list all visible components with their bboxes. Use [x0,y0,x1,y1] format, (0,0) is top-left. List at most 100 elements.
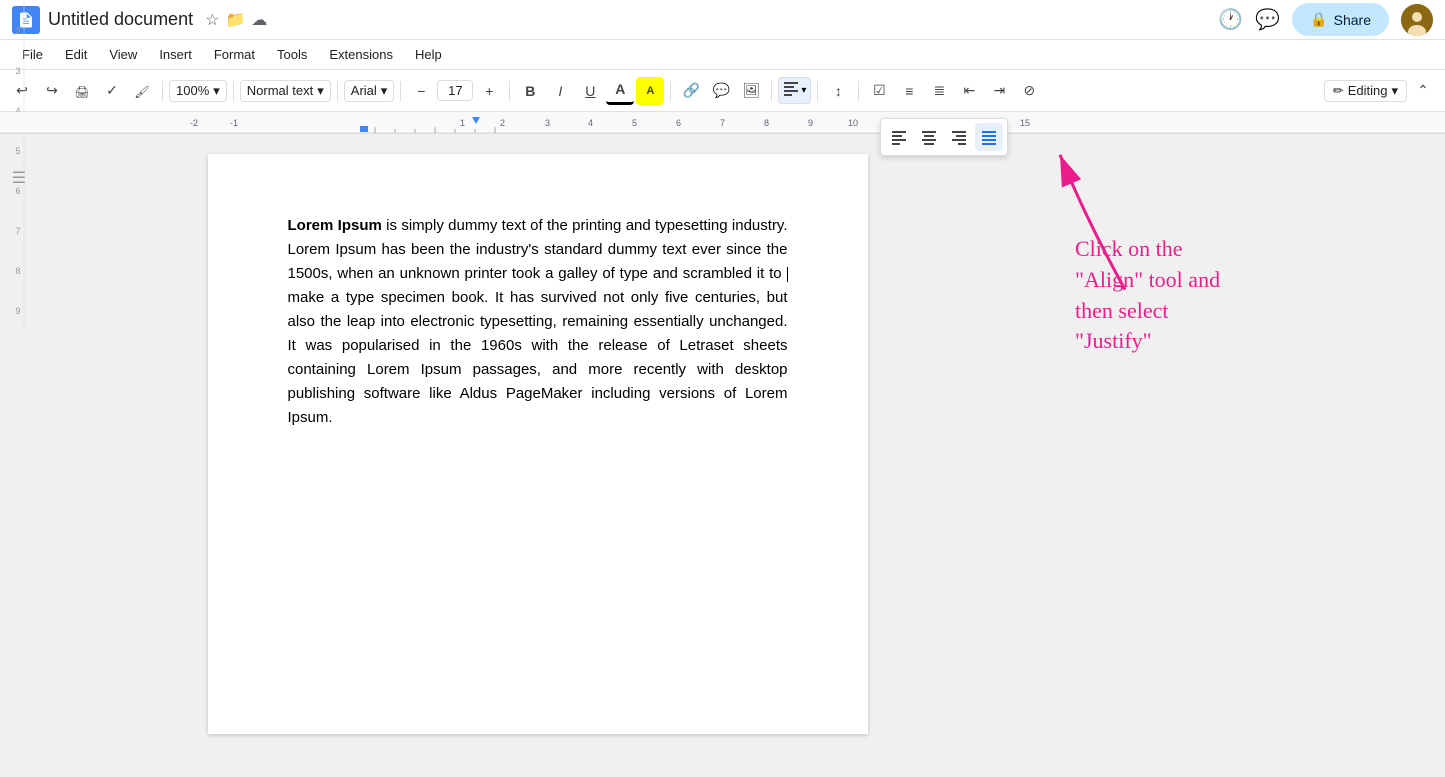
folder-icon[interactable]: 📁 [225,10,245,30]
expand-button[interactable]: ⌃ [1409,77,1437,105]
lock-icon: 🔒 [1310,11,1327,28]
history-icon[interactable]: 🕐 [1218,7,1243,32]
menu-help[interactable]: Help [405,43,452,66]
toolbar: 100% ▾ Normal text ▾ Arial ▾ − 17 + B I … [0,70,1445,112]
font-chevron-icon: ▾ [381,83,388,99]
star-icon[interactable]: ☆ [205,10,219,30]
svg-text:2: 2 [500,118,505,128]
svg-text:9: 9 [808,118,813,128]
divider-4 [400,81,401,101]
bullet-list-button[interactable]: ≡ [895,77,923,105]
italic-button[interactable]: I [546,77,574,105]
pencil-icon: ✏ [1333,83,1344,99]
svg-text:3: 3 [545,118,550,128]
menu-format[interactable]: Format [204,43,265,66]
document-title[interactable]: Untitled document [48,9,193,30]
svg-text:4: 4 [588,118,593,128]
clear-format-button[interactable]: ⊘ [1015,77,1043,105]
divider-2 [233,81,234,101]
svg-text:9: 9 [15,306,20,316]
align-dropdown[interactable]: ▾ [778,77,811,104]
print-button[interactable] [68,77,96,105]
divider-1 [162,81,163,101]
comments-icon[interactable]: 💬 [1255,7,1280,32]
ruler: -2 -1 1 2 3 4 5 6 7 8 9 10 15 [0,112,1445,134]
font-size-input[interactable]: 17 [437,80,473,101]
header-right: 🕐 💬 🔒 Share [1218,3,1433,36]
underline-button[interactable]: U [576,77,604,105]
annotation-area: Click on the "Align" tool and then selec… [1045,134,1445,777]
checklist-button[interactable]: ☑ [865,77,893,105]
svg-text:-2: -2 [190,118,198,128]
align-left-button[interactable] [885,123,913,151]
svg-text:1: 1 [460,118,465,128]
comment-button[interactable]: 💬 [707,77,735,105]
zoom-selector[interactable]: 100% ▾ [169,80,227,102]
divider-6 [670,81,671,101]
svg-text:2: 2 [15,26,20,36]
cloud-icon[interactable]: ☁ [251,10,267,30]
font-selector[interactable]: Arial ▾ [344,80,395,102]
menu-bar: File Edit View Insert Format Tools Exten… [0,40,1445,70]
svg-text:15: 15 [1020,118,1030,128]
outline-icon[interactable]: ☰ [12,168,26,188]
user-avatar[interactable] [1401,4,1433,36]
svg-text:5: 5 [632,118,637,128]
svg-text:8: 8 [764,118,769,128]
svg-text:5: 5 [15,146,20,156]
align-center-button[interactable] [915,123,943,151]
align-icon [783,80,799,101]
document-paragraph[interactable]: Lorem Ipsum is simply dummy text of the … [288,214,788,430]
document-page: Lorem Ipsum is simply dummy text of the … [208,154,868,734]
bold-button[interactable]: B [516,77,544,105]
lorem-ipsum-bold: Lorem Ipsum [288,217,382,234]
menu-extensions[interactable]: Extensions [319,43,403,66]
style-chevron-icon: ▾ [317,83,324,99]
editing-chevron-icon: ▾ [1391,83,1398,99]
annotation-text: Click on the "Align" tool and then selec… [1075,234,1220,357]
document-scroll-area[interactable]: Lorem Ipsum is simply dummy text of the … [30,134,1045,777]
svg-text:10: 10 [848,118,858,128]
align-right-button[interactable] [945,123,973,151]
divider-9 [858,81,859,101]
menu-insert[interactable]: Insert [149,43,202,66]
image-button[interactable]: 🖼 [737,77,765,105]
annotation-arrow-svg [1045,134,1445,777]
menu-edit[interactable]: Edit [55,43,97,66]
font-size-decrease[interactable]: − [407,77,435,105]
title-bar: Untitled document ☆ 📁 ☁ 🕐 💬 🔒 Share [0,0,1445,40]
editing-mode-selector[interactable]: ✏ Editing ▾ [1324,80,1407,102]
content-area: 1 2 3 4 5 6 7 8 9 ☰ Lorem Ipsum is simpl… [0,134,1445,777]
line-spacing-button[interactable]: ↕ [824,77,852,105]
zoom-chevron-icon: ▾ [213,83,220,99]
svg-text:7: 7 [15,226,20,236]
spellcheck-button[interactable] [98,77,126,105]
menu-tools[interactable]: Tools [267,43,317,66]
align-chevron-icon: ▾ [801,85,806,96]
indent-more-button[interactable]: ⇥ [985,77,1013,105]
font-size-increase[interactable]: + [475,77,503,105]
link-button[interactable]: 🔗 [677,77,705,105]
style-selector[interactable]: Normal text ▾ [240,80,331,102]
title-icons: ☆ 📁 ☁ [205,10,267,30]
divider-3 [337,81,338,101]
divider-5 [509,81,510,101]
align-justify-button[interactable] [975,123,1003,151]
svg-text:3: 3 [15,66,20,76]
text-color-button[interactable]: A [606,77,634,105]
divider-7 [771,81,772,101]
ruler-line-marker: 1 2 3 4 5 6 7 8 9 [10,144,26,164]
divider-8 [817,81,818,101]
menu-view[interactable]: View [99,43,147,66]
share-button[interactable]: 🔒 Share [1292,3,1389,36]
align-popup [880,118,1008,156]
paint-format-button[interactable] [128,77,156,105]
svg-text:8: 8 [15,266,20,276]
redo-button[interactable] [38,77,66,105]
indent-less-button[interactable]: ⇤ [955,77,983,105]
left-margin: 1 2 3 4 5 6 7 8 9 ☰ [0,134,30,777]
highlight-button[interactable]: A [636,77,664,105]
svg-text:6: 6 [676,118,681,128]
numbered-list-button[interactable]: ≣ [925,77,953,105]
svg-text:7: 7 [720,118,725,128]
